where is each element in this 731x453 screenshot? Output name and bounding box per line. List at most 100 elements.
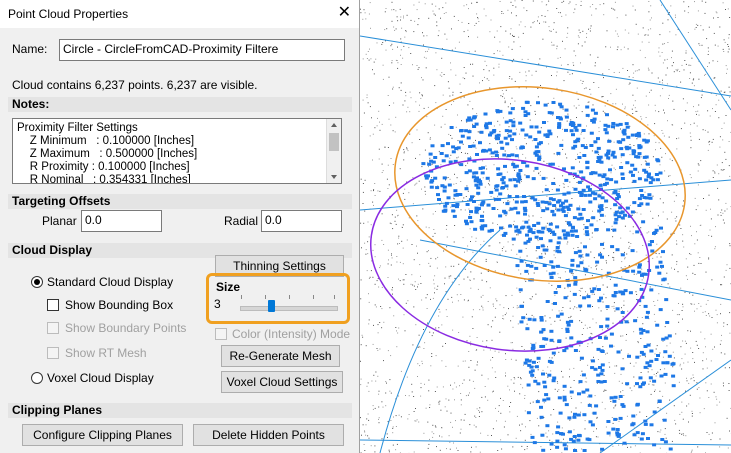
cloud-point [640,432,645,436]
configure-clipping-planes-button[interactable]: Configure Clipping Planes [22,424,183,446]
scan-point [567,212,569,214]
scan-point [719,146,721,148]
cloud-point [596,137,600,141]
scan-point [417,283,419,285]
cloud-point [585,388,590,392]
scan-point [628,76,630,78]
show-boundary-points-checkbox[interactable] [47,322,59,334]
cloud-point [498,214,503,218]
scan-point [375,306,377,308]
scan-point [593,430,595,432]
scan-point [544,253,546,255]
scan-point [456,447,457,449]
point-cloud-canvas[interactable] [360,0,731,453]
scan-point [485,165,487,167]
cloud-point [565,320,570,324]
scan-point [611,228,613,230]
cloud-point [508,111,513,115]
scan-point [666,58,668,60]
scan-point [624,29,626,31]
voxel-cloud-radio[interactable] [31,372,43,384]
scan-point [729,267,731,269]
scan-point [505,89,507,91]
scan-point [583,228,584,230]
scan-point [718,99,720,101]
scan-point [700,97,702,99]
scan-point [688,64,690,66]
scan-point [579,161,580,163]
scan-point [618,380,620,382]
scan-point [497,224,498,225]
scan-point [406,147,408,149]
scan-point [468,208,470,210]
scan-point [468,51,470,53]
scan-point [669,399,671,401]
cloud-point [552,232,557,236]
scan-point [583,224,585,226]
scan-point [458,41,460,43]
point-cloud-viewport[interactable] [360,0,731,453]
scan-point [590,93,592,95]
radial-input[interactable]: 0.0 [261,210,342,232]
scan-point [558,12,560,13]
scan-point [690,303,692,305]
show-bounding-box-checkbox[interactable] [47,299,59,311]
scan-point [396,443,398,445]
scan-point [428,227,430,229]
scan-point [695,209,697,211]
scan-point [563,183,565,185]
scan-point [470,360,472,361]
scan-point [644,191,646,193]
cloud-point [564,403,569,407]
scan-point [535,342,537,344]
scan-point [608,69,610,70]
regenerate-mesh-button[interactable]: Re-Generate Mesh [221,345,340,367]
notes-textarea[interactable]: Proximity Filter Settings Z Minimum : 0.… [12,118,342,184]
cloud-point [470,195,474,199]
scan-point [371,117,372,119]
cloud-point [612,399,617,403]
scan-point [400,82,402,84]
scan-point [444,123,446,125]
cloud-point [586,295,591,299]
scan-point [478,416,480,417]
scan-point [613,259,615,261]
point-cloud-properties-dialog: Point Cloud Properties ✕ Name: Circle - … [0,0,360,453]
scan-point [636,273,638,275]
scan-point [565,14,567,16]
scan-point [627,310,629,312]
scan-point [528,216,530,218]
scan-point [546,163,548,165]
scan-point [540,85,541,86]
scan-point [464,360,466,362]
scan-point [526,10,528,12]
planar-input[interactable]: 0.0 [81,210,162,232]
cloud-point [527,317,532,321]
scan-point [437,35,439,37]
cloud-point [516,211,521,215]
scan-point [701,94,703,96]
close-icon[interactable]: ✕ [338,4,351,22]
name-input[interactable]: Circle - CircleFromCAD-Proximity Filtere [59,39,345,61]
scan-point [472,123,474,125]
voxel-cloud-settings-button[interactable]: Voxel Cloud Settings [221,371,343,393]
scan-point [661,284,663,286]
cloud-point [523,110,528,114]
color-intensity-checkbox[interactable] [215,328,227,340]
scan-point [662,395,664,397]
cloud-point [583,267,588,271]
show-rt-mesh-checkbox[interactable] [47,347,59,359]
cloud-point [549,276,554,279]
scan-point [624,225,626,227]
scan-point [652,257,654,259]
scan-point [722,382,724,384]
scan-point [549,317,551,319]
standard-cloud-radio[interactable] [31,276,43,288]
cloud-point [649,176,654,180]
notes-scrollbar[interactable] [326,119,341,183]
scan-point [525,87,527,89]
scan-point [476,364,478,366]
scan-point [442,345,444,347]
delete-hidden-points-button[interactable]: Delete Hidden Points [193,424,344,446]
scan-point [618,71,620,73]
